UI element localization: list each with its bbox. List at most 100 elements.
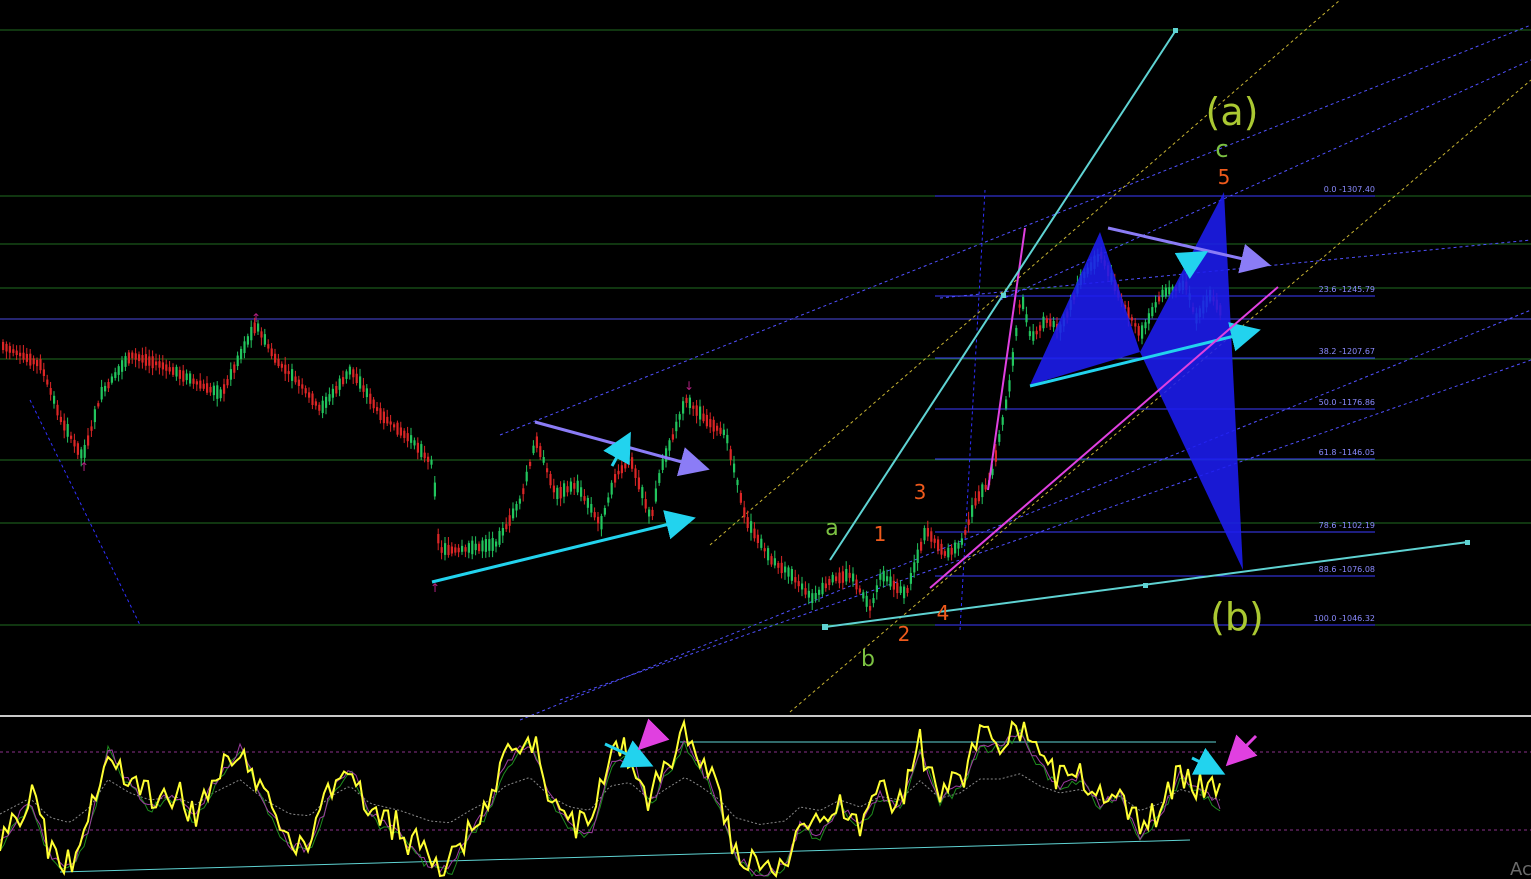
candle-body (695, 405, 698, 416)
candle-body (403, 430, 406, 438)
candle-body (814, 593, 817, 600)
candle-body (1045, 318, 1048, 323)
candle-body (311, 393, 314, 405)
fib-level-label: 88.6 -1076.08 (1319, 565, 1375, 574)
candle-body (529, 461, 532, 467)
channel-line (999, 59, 1531, 301)
candle-body (138, 354, 141, 362)
candle-body (148, 356, 151, 366)
candle-body (376, 407, 379, 411)
purple-trendline (1107, 226, 1271, 274)
candle-body (617, 470, 620, 475)
candle-body (8, 346, 11, 353)
candle-body (858, 588, 861, 593)
candle-body (498, 530, 501, 545)
candle-body (59, 416, 62, 423)
candle-body (933, 538, 936, 543)
candle-body (767, 548, 770, 561)
candle-body (913, 562, 916, 573)
candle-body (845, 568, 848, 582)
candle-body (1015, 327, 1018, 337)
candle-body (522, 488, 525, 495)
candle-body (994, 450, 997, 462)
candle-body (53, 395, 56, 404)
candle-body (107, 382, 110, 389)
candle-body (46, 379, 49, 385)
candle-body (923, 528, 926, 541)
candle-body (1032, 331, 1035, 341)
candle-body (620, 465, 623, 474)
candle-body (229, 369, 232, 380)
candle-body (729, 449, 732, 460)
candle-body (532, 445, 535, 454)
candle-body (223, 384, 226, 394)
candle-body (780, 562, 783, 574)
candle-body (869, 605, 872, 611)
candle-body (848, 572, 851, 578)
channel-line (499, 24, 1531, 436)
candle-body (682, 401, 685, 414)
candle-body (835, 576, 838, 582)
channel-line (29, 399, 141, 626)
candle-body (559, 487, 562, 499)
candle-body (1052, 320, 1055, 328)
candle-body (488, 539, 491, 551)
candle-body (716, 425, 719, 431)
candle-body (314, 401, 317, 406)
candle-body (804, 588, 807, 595)
candle-body (950, 547, 953, 555)
candle-body (362, 385, 365, 392)
candle-body (195, 381, 198, 385)
candle-body (501, 528, 504, 536)
candle-body (784, 566, 787, 573)
candle-body (131, 352, 134, 359)
candle-body (93, 409, 96, 423)
candle-body (563, 483, 566, 497)
fib-level-label: 38.2 -1207.67 (1319, 347, 1375, 356)
candle-body (627, 460, 630, 465)
candle-body (930, 531, 933, 542)
fib-level-label: 100.0 -1046.32 (1314, 614, 1375, 623)
candle-body (648, 509, 651, 517)
candle-body (1161, 289, 1164, 298)
candle-body (63, 420, 66, 431)
candle-body (192, 378, 195, 384)
candle-body (644, 499, 647, 509)
candle-body (763, 548, 766, 552)
channel-line (519, 309, 1531, 721)
candle-body (321, 400, 324, 414)
channel-lines (29, 0, 1531, 721)
candle-body (576, 480, 579, 493)
candle-body (158, 361, 161, 368)
candle-body (920, 541, 923, 551)
candle-body (5, 343, 8, 352)
candle-body (702, 413, 705, 422)
candle-body (297, 379, 300, 386)
candle-body (15, 350, 18, 356)
candle-body (219, 389, 222, 399)
candle-body (104, 385, 107, 392)
candle-body (430, 459, 433, 465)
candle-body (206, 383, 209, 393)
candle-body (1137, 326, 1140, 336)
candle-body (168, 367, 171, 372)
candle-body (505, 524, 508, 530)
candle-body (440, 547, 443, 553)
candle-body (263, 334, 266, 345)
candle-body (852, 573, 855, 582)
candle-body (566, 486, 569, 493)
candle-body (372, 399, 375, 409)
candle-body (1164, 287, 1167, 297)
candle-body (202, 383, 205, 389)
wave-label: (a) (1206, 90, 1259, 134)
candle-body (743, 507, 746, 518)
candle-body (957, 542, 960, 549)
candle-body (977, 491, 980, 502)
candle-body (1144, 322, 1147, 329)
candle-body (165, 364, 168, 371)
candle-body (879, 573, 882, 580)
candle-body (141, 355, 144, 363)
wave-label: 3 (914, 480, 927, 504)
anchor-point (1143, 583, 1148, 588)
candle-body (1035, 330, 1038, 335)
